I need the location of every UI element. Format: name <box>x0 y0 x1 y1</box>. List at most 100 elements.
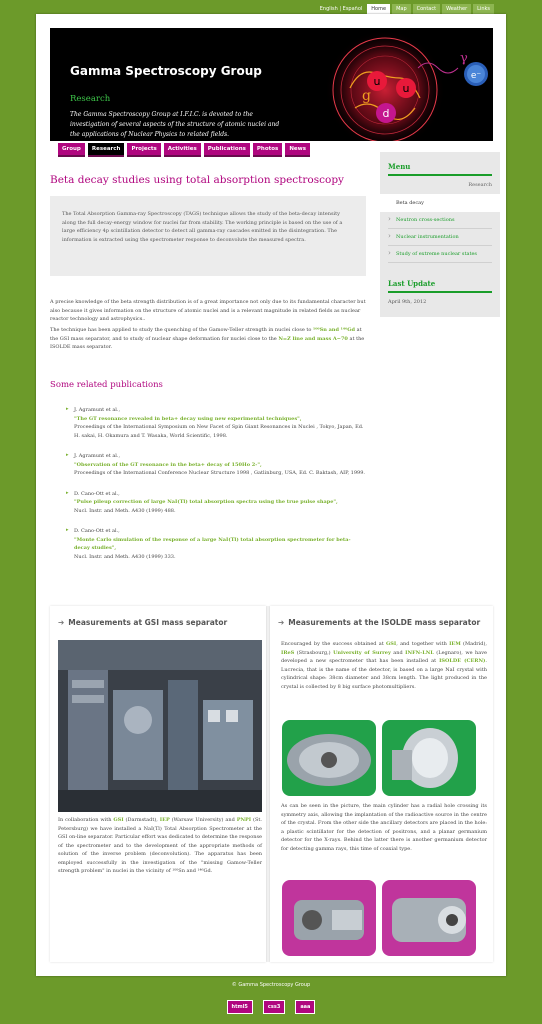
gamma-label: γ <box>460 51 468 66</box>
link-surrey[interactable]: University of Surrey <box>333 650 391 656</box>
nav-projects[interactable]: Projects <box>127 143 161 157</box>
text: (St. Petersburg) we have installed a NaI… <box>58 817 263 874</box>
publication-item: ▸ J. Agramunt et al., "The GT resonance … <box>66 406 366 440</box>
gsi-description: In collaboration with GSI (Darmstadt), I… <box>58 816 262 876</box>
site-title[interactable]: Gamma Spectroscopy Group <box>70 64 262 78</box>
last-update-heading: Last Update <box>388 279 492 293</box>
sidebar-item-extreme-nuclear-states[interactable]: Study of extreme nuclear states <box>388 246 492 263</box>
text: In collaboration with <box>58 817 114 823</box>
gsi-column: ➔ Measurements at GSI mass separator In … <box>50 606 266 962</box>
isolde-column: ➔ Measurements at the ISOLDE mass separat… <box>270 606 493 962</box>
bullet-icon: ▸ <box>66 452 69 458</box>
text: (Strasbourg,) <box>294 649 334 656</box>
intro-paragraph: A precise knowledge of the beta strength… <box>50 299 366 322</box>
top-tab-contact[interactable]: Contact <box>412 4 441 14</box>
nav-group[interactable]: Group <box>58 143 85 157</box>
isolde-heading-text: Measurements at the ISOLDE mass separato… <box>288 618 481 627</box>
link-gsi[interactable]: GSI <box>113 817 123 823</box>
publication-reference: Proceedings of the International Symposi… <box>74 424 364 439</box>
detector-photo-3 <box>282 880 376 956</box>
link-iem[interactable]: IEM <box>449 641 461 647</box>
top-tab-weather[interactable]: Weather <box>442 4 472 14</box>
publication-list: ▸ J. Agramunt et al., "The GT resonance … <box>66 406 366 573</box>
header-description: The Gamma Spectroscopy Group at I.F.I.C.… <box>70 111 280 138</box>
nav-photos[interactable]: Photos <box>252 143 283 157</box>
menu-section-label: Research <box>468 182 492 188</box>
measurements-section: ➔ Measurements at GSI mass separator In … <box>50 606 493 962</box>
sidebar-item-nuclear-instrumentation[interactable]: Nuclear instrumentation <box>388 229 492 246</box>
sidebar-item-beta-decay[interactable]: Beta decay <box>380 194 500 212</box>
footer-badges: html5 css3 aaa <box>0 1000 542 1014</box>
isolde-detector-description: As can be seen in the picture, the main … <box>281 803 487 852</box>
css3-badge[interactable]: css3 <box>262 1000 286 1014</box>
up-quark-label-2: u <box>403 82 410 95</box>
nav-news[interactable]: News <box>285 143 311 157</box>
link-gsi[interactable]: GSI <box>386 641 396 647</box>
publication-title[interactable]: "The GT resonance revealed in beta+ deca… <box>74 415 366 424</box>
publication-title[interactable]: "Monte Carlo simulation of the response … <box>74 536 366 553</box>
main-navigation: Group Research Projects Activities Publi… <box>58 143 311 157</box>
detector-photo-2 <box>382 720 476 796</box>
publication-title[interactable]: "Observation of the GT resonance in the … <box>74 461 365 470</box>
technique-paragraph: The technique has been applied to study … <box>50 326 366 352</box>
link-infn[interactable]: INFN-LNL <box>405 650 434 656</box>
top-tab-links[interactable]: Links <box>473 4 494 14</box>
arrow-right-icon: ➔ <box>278 618 285 627</box>
bullet-icon: ▸ <box>66 406 69 412</box>
text: (Darmstadt), <box>123 817 160 823</box>
language-english-link[interactable]: English <box>320 6 338 12</box>
link-ires[interactable]: IReS <box>281 650 294 656</box>
publication-authors: D. Cano-Ott et al., <box>74 490 120 497</box>
footer-copyright: © Gamma Spectroscopy Group <box>231 982 311 988</box>
text: and <box>390 649 406 656</box>
text: The technique has been applied to study … <box>50 327 314 333</box>
link-nz-line[interactable]: N=Z line and mass A~70 <box>278 336 348 342</box>
up-quark-label: u <box>374 75 381 88</box>
bullet-icon: ▸ <box>66 489 69 496</box>
publication-authors: J. Agramunt et al., <box>74 407 121 413</box>
publication-reference: Nucl. Instr. and Meth. A430 (1999) 488. <box>74 507 176 514</box>
detector-photo-1 <box>282 720 376 796</box>
isolde-description: Encouraged by the success obtained at GS… <box>281 640 487 691</box>
quark-logo-icon: u u d g γ e⁻ <box>325 30 488 141</box>
gsi-lab-photo <box>58 640 262 812</box>
publication-reference: Proceedings of the International Confere… <box>74 470 366 476</box>
publication-item: ▸ D. Cano-Ott et al., "Pulse pileup corr… <box>66 490 366 516</box>
gsi-heading-text: Measurements at GSI mass separator <box>68 618 228 627</box>
sidebar-item-neutron-cross-sections[interactable]: Neutron cross-sections <box>388 212 492 229</box>
top-tab-map[interactable]: Map <box>392 4 411 14</box>
publication-item: ▸ J. Agramunt et al., "Observation of th… <box>66 452 366 478</box>
nav-research[interactable]: Research <box>87 143 125 157</box>
site-header: Gamma Spectroscopy Group Research The Ga… <box>50 28 493 141</box>
down-quark-label: d <box>383 107 390 120</box>
arrow-right-icon: ➔ <box>58 618 65 627</box>
gsi-heading: ➔ Measurements at GSI mass separator <box>58 618 227 627</box>
detector-photo-4 <box>382 880 476 956</box>
isolde-heading: ➔ Measurements at the ISOLDE mass separat… <box>278 618 480 627</box>
nav-publications[interactable]: Publications <box>203 143 250 157</box>
text: , and together with <box>396 641 450 647</box>
text: Encouraged by the success obtained at <box>281 641 386 647</box>
publication-authors: J. Agramunt et al., <box>74 453 121 459</box>
link-sn-gd[interactable]: ¹⁰⁰Sn and ¹⁴⁶Gd <box>313 327 355 333</box>
page-title: Beta decay studies using total absorptio… <box>50 174 344 186</box>
aaa-badge[interactable]: aaa <box>295 1000 316 1014</box>
menu-heading: Menu <box>388 162 492 176</box>
publication-title[interactable]: "Pulse pileup correction of large NaI(Tl… <box>74 498 338 507</box>
sidebar-menu: Menu Research Beta decay Neutron cross-s… <box>380 152 500 271</box>
electron-label: e⁻ <box>471 71 482 81</box>
publication-authors: D. Cano-Ott et al., <box>74 528 120 534</box>
page-container: Gamma Spectroscopy Group Research The Ga… <box>36 14 506 976</box>
link-pnpi[interactable]: PNPI <box>237 817 251 823</box>
abstract-box: The Total Absorption Gamma-ray Spectrosc… <box>50 196 366 276</box>
gluon-label: g <box>362 88 371 104</box>
publication-reference: Nucl. Instr. and Meth. A430 (1999) 333. <box>74 553 176 560</box>
sidebar: Menu Research Beta decay Neutron cross-s… <box>380 152 500 317</box>
html5-badge[interactable]: html5 <box>226 1000 253 1014</box>
link-iep[interactable]: IEP <box>160 817 170 823</box>
language-spanish-link[interactable]: Español <box>343 6 363 12</box>
top-navigation: English | Español Home Map Contact Weath… <box>317 4 494 14</box>
top-tab-home[interactable]: Home <box>367 4 391 14</box>
nav-activities[interactable]: Activities <box>163 143 201 157</box>
link-isolde[interactable]: ISOLDE (CERN) <box>439 658 485 664</box>
